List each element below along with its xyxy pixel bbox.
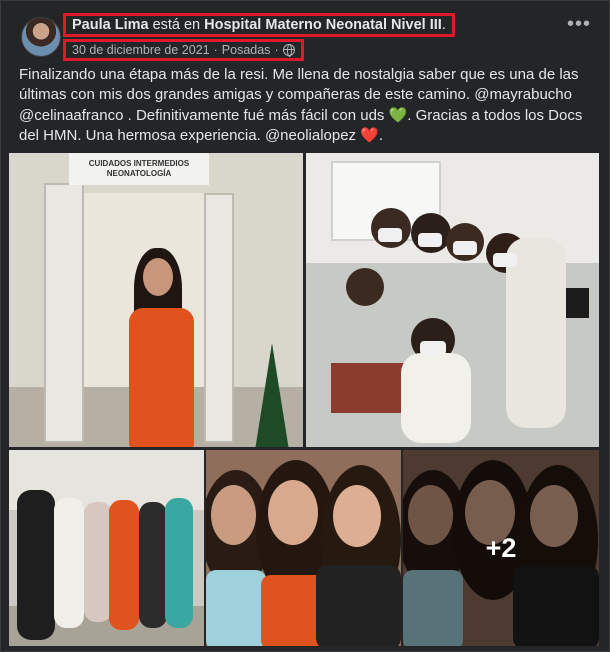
photo-2[interactable] [306,153,599,447]
teal-shirt [206,570,266,646]
mask [418,233,442,247]
album-link[interactable]: Posadas [222,43,271,57]
scrubs [129,308,194,447]
photo-4[interactable] [206,450,401,646]
door-left [44,183,84,443]
avatar[interactable] [21,17,61,57]
sign-line-1: CUIDADOS INTERMEDIOS [88,159,190,168]
person-teal [165,498,193,628]
post-header: Paula Lima está en Hospital Materno Neon… [19,13,599,61]
mask [453,241,477,255]
door-right [204,193,234,443]
person-black [17,490,55,640]
mask [420,341,446,355]
christmas-tree [234,343,303,447]
person-orange [109,500,139,630]
action-text: está en [152,17,201,33]
post-card: Paula Lima está en Hospital Materno Neon… [0,0,610,652]
face [333,485,381,547]
red-heart-emoji: ❤️ [360,127,379,145]
post-date[interactable]: 30 de diciembre de 2021 [72,43,210,57]
more-photos-count: +2 [485,532,517,563]
post-meta: 30 de diciembre de 2021 · Posadas · [63,39,304,61]
mask [378,228,402,242]
person-dark [139,502,167,628]
meta-separator: · [213,43,218,57]
face [268,480,318,545]
author-name[interactable]: Paula Lima [72,17,149,33]
post-text: Finalizando una étapa más de la resi. Me… [19,65,599,147]
ward-sign: CUIDADOS INTERMEDIOS NEONATOLOGÍA [69,153,209,185]
white-shirt [401,353,471,443]
green-heart-emoji: 💚 [388,106,408,124]
person-in-scrubs [124,248,202,447]
photo-1[interactable]: CUIDADOS INTERMEDIOS NEONATOLOGÍA [9,153,303,447]
more-photos-overlay[interactable]: +2 [403,450,599,646]
post-text-part3: . [378,127,384,145]
white-coat [506,238,566,428]
person-pink [84,502,112,622]
globe-icon[interactable] [282,44,295,57]
person-head [346,268,384,306]
place-link[interactable]: Hospital Materno Neonatal Nivel III [204,17,442,33]
person-white [54,498,84,628]
photo-5[interactable]: +2 [403,450,599,646]
more-options-icon[interactable]: ••• [567,14,591,34]
printed-scrubs [316,565,401,646]
photo-3[interactable] [9,450,204,646]
face [143,258,173,296]
sign-line-2: NEONATOLOGÍA [106,169,172,178]
place-suffix: . [441,17,446,33]
meta-separator: · [274,43,279,57]
author-line: Paula Lima está en Hospital Materno Neon… [63,13,455,37]
face [211,485,256,545]
mask [493,253,517,267]
